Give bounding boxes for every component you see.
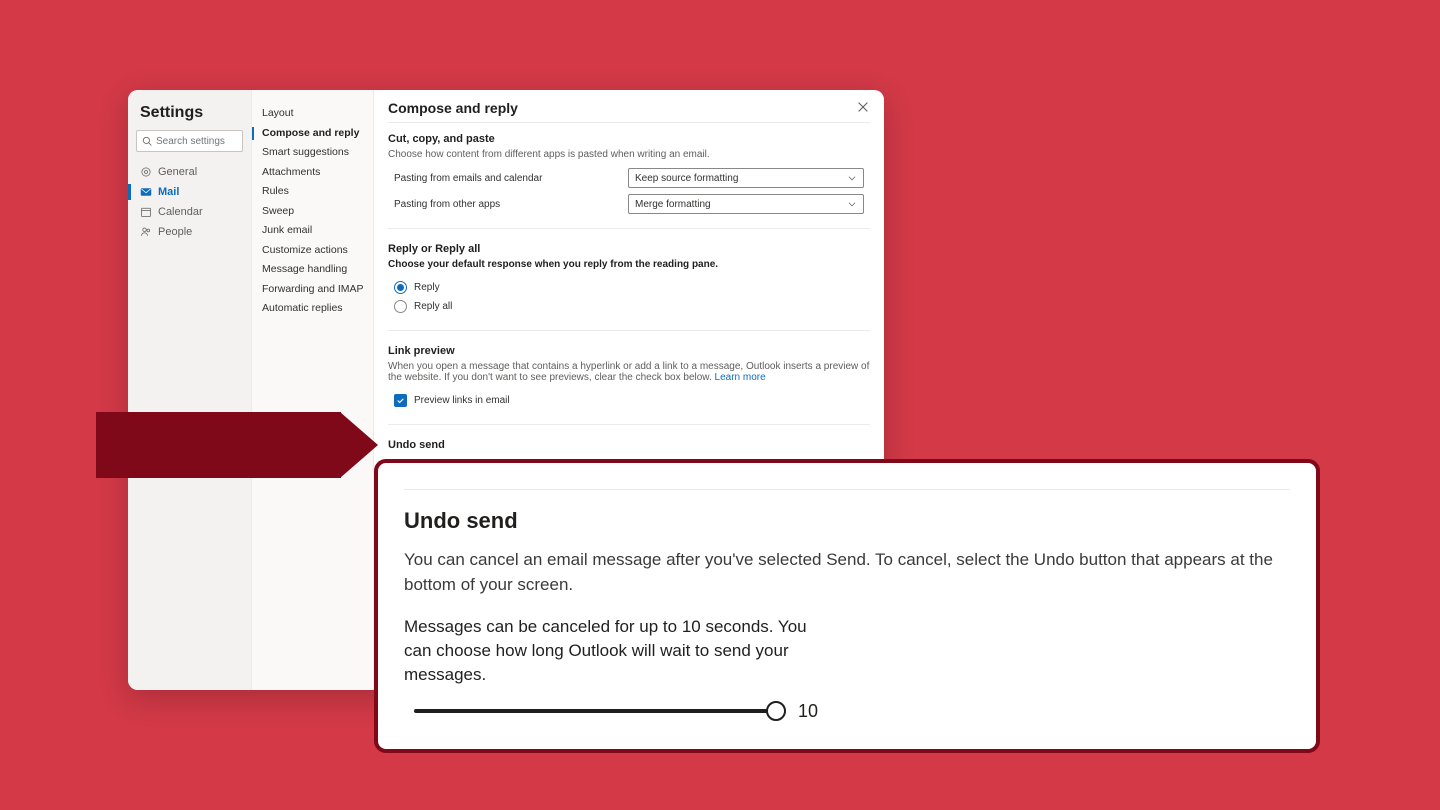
settings-title: Settings <box>128 100 251 130</box>
section-link-preview-heading: Link preview <box>388 345 870 357</box>
subnav-automatic-replies[interactable]: Automatic replies <box>252 299 373 319</box>
label-pasting-other: Pasting from other apps <box>388 199 628 210</box>
mail-icon <box>140 186 152 198</box>
section-reply-heading: Reply or Reply all <box>388 243 870 255</box>
link-preview-desc-text: When you open a message that contains a … <box>388 361 869 383</box>
learn-more-link[interactable]: Learn more <box>715 372 766 383</box>
select-pasting-other[interactable]: Merge formatting <box>628 194 864 214</box>
mail-settings-subnav: Layout Compose and reply Smart suggestio… <box>252 90 374 690</box>
people-icon <box>140 226 152 238</box>
content-title: Compose and reply <box>388 100 518 116</box>
close-icon <box>856 100 870 114</box>
subnav-compose-reply[interactable]: Compose and reply <box>252 124 373 144</box>
search-icon <box>142 136 152 146</box>
callout-description: You can cancel an email message after yo… <box>404 548 1290 597</box>
row-pasting-other: Pasting from other apps Merge formatting <box>388 194 870 214</box>
divider <box>388 330 870 331</box>
gear-icon <box>140 166 152 178</box>
divider <box>388 228 870 229</box>
radio-label: Reply <box>414 282 440 293</box>
callout-arrow-head <box>340 412 378 478</box>
divider <box>388 424 870 425</box>
subnav-customize-actions[interactable]: Customize actions <box>252 241 373 261</box>
callout-arrow <box>96 412 341 478</box>
slider-track[interactable] <box>414 709 776 713</box>
subnav-smart-suggestions[interactable]: Smart suggestions <box>252 143 373 163</box>
primary-nav: General Mail Calendar People <box>128 162 251 242</box>
radio-icon <box>394 300 407 313</box>
subnav-forwarding-imap[interactable]: Forwarding and IMAP <box>252 280 373 300</box>
subnav-layout[interactable]: Layout <box>252 104 373 124</box>
slider-value: 10 <box>798 701 818 722</box>
chevron-down-icon <box>847 173 857 183</box>
nav-item-general[interactable]: General <box>128 162 251 182</box>
checkbox-label: Preview links in email <box>414 395 510 406</box>
radio-reply[interactable]: Reply <box>388 278 870 297</box>
nav-label: General <box>158 166 197 178</box>
subnav-junk-email[interactable]: Junk email <box>252 221 373 241</box>
nav-label: Mail <box>158 186 179 198</box>
subnav-sweep[interactable]: Sweep <box>252 202 373 222</box>
nav-item-people[interactable]: People <box>128 222 251 242</box>
slider-thumb[interactable] <box>766 701 786 721</box>
subnav-rules[interactable]: Rules <box>252 182 373 202</box>
callout-heading: Undo send <box>404 508 1290 534</box>
nav-item-mail[interactable]: Mail <box>128 182 251 202</box>
subnav-message-handling[interactable]: Message handling <box>252 260 373 280</box>
select-value: Keep source formatting <box>635 173 738 184</box>
select-value: Merge formatting <box>635 199 711 210</box>
search-settings-field[interactable] <box>136 130 243 152</box>
search-input[interactable] <box>156 136 237 147</box>
nav-item-calendar[interactable]: Calendar <box>128 202 251 222</box>
callout-subtext: Messages can be canceled for up to 10 se… <box>404 615 834 686</box>
checkbox-preview-links[interactable]: Preview links in email <box>388 391 870 410</box>
undo-send-slider[interactable]: 10 <box>404 701 1290 722</box>
calendar-icon <box>140 206 152 218</box>
content-header: Compose and reply <box>388 100 870 123</box>
section-reply-desc: Choose your default response when you re… <box>388 259 870 270</box>
label-pasting-emails: Pasting from emails and calendar <box>388 173 628 184</box>
radio-icon <box>394 281 407 294</box>
nav-label: People <box>158 226 192 238</box>
section-undo-send-heading: Undo send <box>388 439 870 451</box>
section-cut-copy-paste-heading: Cut, copy, and paste <box>388 133 870 145</box>
checkbox-icon <box>394 394 407 407</box>
chevron-down-icon <box>847 199 857 209</box>
check-icon <box>396 396 405 405</box>
radio-reply-all[interactable]: Reply all <box>388 297 870 316</box>
undo-send-callout: Undo send You can cancel an email messag… <box>374 459 1320 753</box>
radio-label: Reply all <box>414 301 452 312</box>
section-cut-copy-paste-desc: Choose how content from different apps i… <box>388 149 870 160</box>
row-pasting-emails: Pasting from emails and calendar Keep so… <box>388 168 870 188</box>
callout-divider <box>404 489 1290 490</box>
nav-label: Calendar <box>158 206 203 218</box>
select-pasting-emails[interactable]: Keep source formatting <box>628 168 864 188</box>
subnav-attachments[interactable]: Attachments <box>252 163 373 183</box>
close-button[interactable] <box>856 100 870 116</box>
settings-sidebar: Settings General Mail Calendar People <box>128 90 252 690</box>
section-link-preview-desc: When you open a message that contains a … <box>388 361 870 383</box>
